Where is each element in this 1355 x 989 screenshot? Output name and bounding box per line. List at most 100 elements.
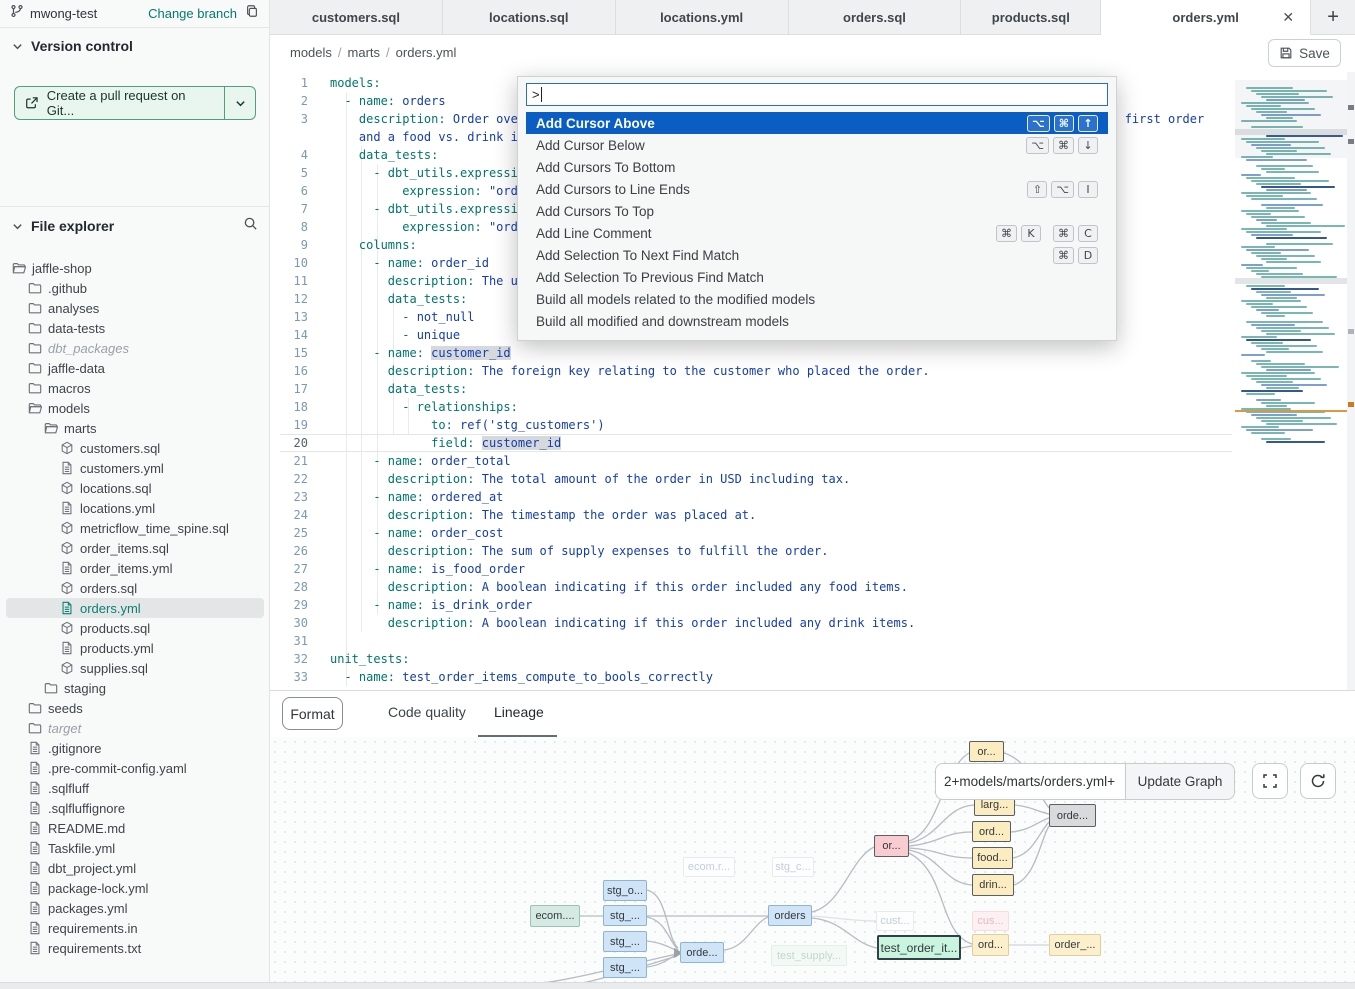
- tab-products-sql[interactable]: products.sql: [961, 0, 1101, 34]
- palette-item-add-selection-to-previous-find-match[interactable]: Add Selection To Previous Find Match: [526, 266, 1108, 288]
- tab-lineage[interactable]: Lineage: [494, 704, 544, 720]
- file-tree-item-macros[interactable]: macros: [6, 378, 264, 398]
- minimap[interactable]: [1235, 80, 1347, 452]
- file-tree-item-models[interactable]: models: [6, 398, 264, 418]
- palette-item-add-cursor-above[interactable]: Add Cursor Above⌥⌘↑: [526, 112, 1108, 134]
- tab-locations-sql[interactable]: locations.sql: [443, 0, 616, 34]
- lineage-node-or-[interactable]: or...: [874, 835, 909, 857]
- lineage-node-or-[interactable]: or...: [969, 741, 1004, 762]
- lineage-node-ord-[interactable]: ord...: [972, 821, 1011, 842]
- file-tree-item-readme-md[interactable]: README.md: [6, 818, 264, 838]
- file-tree-item-order-items-sql[interactable]: order_items.sql: [6, 538, 264, 558]
- lineage-node-stg-[interactable]: stg_...: [603, 957, 647, 978]
- file-tree-item-package-lock-yml[interactable]: package-lock.yml: [6, 878, 264, 898]
- lineage-filter-input[interactable]: [935, 763, 1125, 800]
- file-tree-item-jaffle-shop[interactable]: jaffle-shop: [6, 258, 264, 278]
- lineage-node-ecom-[interactable]: ecom....: [530, 905, 580, 927]
- file-tree-item-customers-yml[interactable]: customers.yml: [6, 458, 264, 478]
- tab-orders-sql[interactable]: orders.sql: [789, 0, 962, 34]
- tab-locations-yml[interactable]: locations.yml: [616, 0, 789, 34]
- lineage-node-stg-c-[interactable]: stg_c...: [772, 857, 814, 877]
- lineage-canvas[interactable]: Update Graph ecom.... stg_o... stg_... stg_…: [270, 737, 1355, 982]
- file-tree-item--sqlfluff[interactable]: .sqlfluff: [6, 778, 264, 798]
- file-tree-item-data-tests[interactable]: data-tests: [6, 318, 264, 338]
- file-explorer-header[interactable]: File explorer: [12, 216, 258, 236]
- file-tree-item-metricflow-time-spine-sql[interactable]: metricflow_time_spine.sql: [6, 518, 264, 538]
- tab-code-quality[interactable]: Code quality: [388, 704, 466, 720]
- palette-item-add-cursors-to-bottom[interactable]: Add Cursors To Bottom: [526, 156, 1108, 178]
- lineage-node-stg-o-[interactable]: stg_o...: [603, 880, 647, 901]
- doc-icon: [28, 921, 42, 935]
- breadcrumb-file[interactable]: orders.yml: [396, 45, 457, 60]
- file-tree-item-customers-sql[interactable]: customers.sql: [6, 438, 264, 458]
- lineage-node-orde-[interactable]: orde...: [1049, 804, 1096, 827]
- lineage-node-test-order-it-[interactable]: test_order_it...: [877, 935, 961, 960]
- file-tree-item--pre-commit-config-yaml[interactable]: .pre-commit-config.yaml: [6, 758, 264, 778]
- lineage-node-cust-[interactable]: cust...: [876, 911, 914, 931]
- file-tree-item-order-items-yml[interactable]: order_items.yml: [6, 558, 264, 578]
- file-tree-item-seeds[interactable]: seeds: [6, 698, 264, 718]
- palette-item-add-line-comment[interactable]: Add Line Comment⌘K⌘C: [526, 222, 1108, 244]
- file-tree-item-orders-sql[interactable]: orders.sql: [6, 578, 264, 598]
- palette-item-build-all-models-related-to-the-modified-models[interactable]: Build all models related to the modified…: [526, 288, 1108, 310]
- code-line: description: The sum of supply expenses …: [330, 542, 829, 560]
- pr-dropdown-caret[interactable]: [225, 87, 255, 119]
- tab-orders-yml[interactable]: orders.yml✕: [1101, 0, 1311, 35]
- file-tree-label: marts: [64, 421, 97, 436]
- lineage-node-drin-[interactable]: drin...: [972, 874, 1014, 896]
- file-tree-item-jaffle-data[interactable]: jaffle-data: [6, 358, 264, 378]
- file-tree-item--sqlfluffignore[interactable]: .sqlfluffignore: [6, 798, 264, 818]
- close-tab-icon[interactable]: ✕: [1282, 9, 1294, 26]
- copy-icon[interactable]: [245, 4, 259, 23]
- file-tree-item-requirements-txt[interactable]: requirements.txt: [6, 938, 264, 958]
- create-pr-button[interactable]: Create a pull request on Git...: [14, 86, 256, 120]
- format-button[interactable]: Format: [282, 697, 343, 730]
- lineage-node-order-[interactable]: order_...: [1049, 934, 1101, 956]
- editor-scrollbar[interactable]: [1347, 72, 1355, 690]
- lineage-node-test-supply-[interactable]: test_supply...: [771, 945, 847, 966]
- palette-item-add-selection-to-next-find-match[interactable]: Add Selection To Next Find Match⌘D: [526, 244, 1108, 266]
- search-icon[interactable]: [243, 216, 258, 236]
- change-branch-link[interactable]: Change branch: [148, 6, 237, 21]
- lineage-node-ord-[interactable]: ord...: [972, 934, 1009, 956]
- file-tree-item-requirements-in[interactable]: requirements.in: [6, 918, 264, 938]
- palette-item-add-cursors-to-top[interactable]: Add Cursors To Top: [526, 200, 1108, 222]
- fullscreen-button[interactable]: [1252, 763, 1288, 799]
- file-tree-item-analyses[interactable]: analyses: [6, 298, 264, 318]
- file-tree-item-taskfile-yml[interactable]: Taskfile.yml: [6, 838, 264, 858]
- palette-item-build-all-modified-and-downstream-models[interactable]: Build all modified and downstream models: [526, 310, 1108, 332]
- update-graph-button[interactable]: Update Graph: [1125, 763, 1235, 800]
- lineage-node-ecom-r-[interactable]: ecom.r...: [683, 857, 735, 877]
- file-tree-item-target[interactable]: target: [6, 718, 264, 738]
- refresh-button[interactable]: [1300, 763, 1336, 799]
- file-tree-item--github[interactable]: .github: [6, 278, 264, 298]
- version-control-header[interactable]: Version control: [12, 38, 133, 54]
- breadcrumb-marts[interactable]: marts: [348, 45, 381, 60]
- file-tree-item-locations-sql[interactable]: locations.sql: [6, 478, 264, 498]
- lineage-node-food-[interactable]: food...: [972, 847, 1013, 869]
- code-line: models:: [330, 74, 381, 92]
- lineage-node-stg-[interactable]: stg_...: [603, 905, 647, 926]
- breadcrumb-models[interactable]: models: [290, 45, 332, 60]
- file-tree-item-orders-yml[interactable]: orders.yml: [6, 598, 264, 618]
- lineage-node-orde-[interactable]: orde...: [680, 942, 724, 963]
- lineage-node-orders[interactable]: orders: [768, 905, 812, 926]
- file-tree-item-dbt-project-yml[interactable]: dbt_project.yml: [6, 858, 264, 878]
- file-tree-item--gitignore[interactable]: .gitignore: [6, 738, 264, 758]
- lineage-node-stg-[interactable]: stg_...: [603, 931, 647, 952]
- palette-item-add-cursors-to-line-ends[interactable]: Add Cursors to Line Ends⇧⌥I: [526, 178, 1108, 200]
- file-tree-item-supplies-sql[interactable]: supplies.sql: [6, 658, 264, 678]
- file-tree-item-products-yml[interactable]: products.yml: [6, 638, 264, 658]
- tab-customers-sql[interactable]: customers.sql: [270, 0, 443, 34]
- file-tree-item-marts[interactable]: marts: [6, 418, 264, 438]
- command-palette-input[interactable]: >: [526, 83, 1108, 106]
- file-tree-item-staging[interactable]: staging: [6, 678, 264, 698]
- file-tree-item-dbt-packages[interactable]: dbt_packages: [6, 338, 264, 358]
- save-button[interactable]: Save: [1268, 39, 1341, 67]
- lineage-node-cus-[interactable]: cus...: [972, 911, 1009, 931]
- file-tree-item-products-sql[interactable]: products.sql: [6, 618, 264, 638]
- palette-item-add-cursor-below[interactable]: Add Cursor Below⌥⌘↓: [526, 134, 1108, 156]
- new-tab-button[interactable]: +: [1311, 0, 1355, 34]
- file-tree-item-packages-yml[interactable]: packages.yml: [6, 898, 264, 918]
- file-tree-item-locations-yml[interactable]: locations.yml: [6, 498, 264, 518]
